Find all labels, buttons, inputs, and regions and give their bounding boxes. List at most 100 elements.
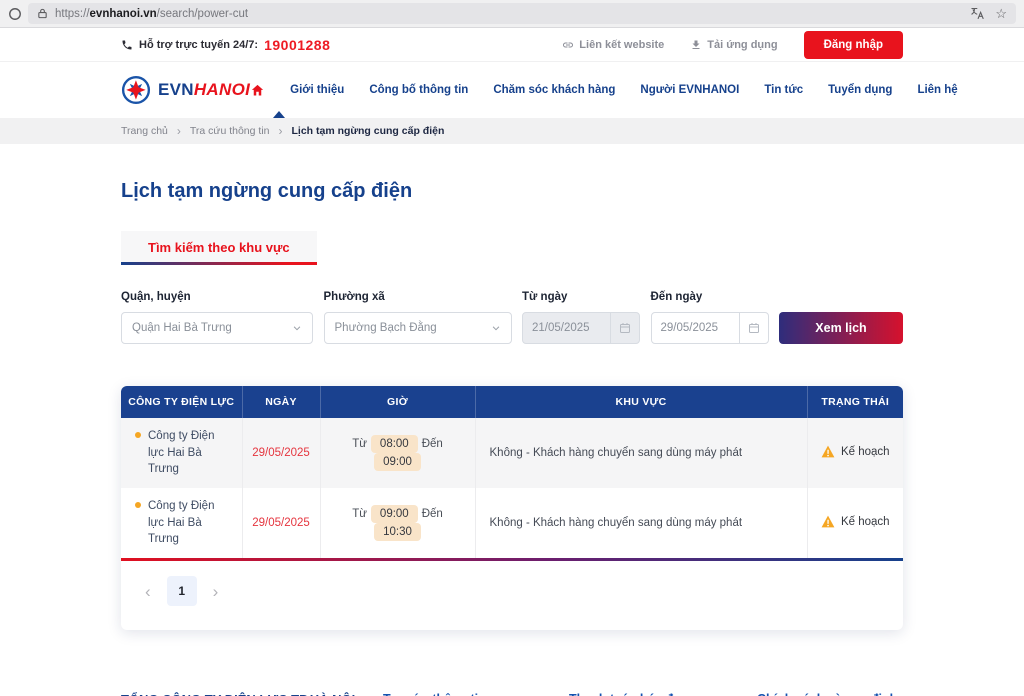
warning-triangle-icon	[821, 445, 835, 458]
from-date-input[interactable]: 21/05/2025	[522, 312, 640, 344]
translate-icon[interactable]	[970, 6, 985, 21]
nav-item-lien-he[interactable]: Liên hệ	[917, 84, 957, 96]
pagination: ‹ 1 ›	[121, 561, 903, 630]
address-bar[interactable]: https://evnhanoi.vn/search/power-cut ☆	[28, 3, 1016, 24]
time-to-badge: 10:30	[374, 523, 421, 542]
chevron-down-icon	[292, 323, 302, 333]
row-time: Từ 08:00 Đến09:00	[320, 418, 476, 489]
status-label: Kế hoạch	[840, 515, 890, 528]
table-row: Công ty Điện lực Hai Bà Trưng 29/05/2025…	[121, 488, 903, 559]
row-time: Từ 09:00 Đến10:30	[320, 488, 476, 559]
to-date-value: 29/05/2025	[660, 322, 719, 334]
nav-menu: Giới thiệu Công bố thông tin Chăm sóc kh…	[250, 83, 958, 98]
results-card: CÔNG TY ĐIỆN LỰC NGÀY GIỜ KHU VỰC TRẠNG …	[121, 386, 903, 631]
home-icon[interactable]	[250, 83, 265, 98]
from-date-label: Từ ngày	[522, 291, 568, 303]
bullet-dot-icon	[135, 502, 141, 509]
search-form: Quận, huyện Quận Hai Bà Trưng Phường xã …	[121, 291, 903, 344]
table-header-row: CÔNG TY ĐIỆN LỰC NGÀY GIỜ KHU VỰC TRẠNG …	[121, 386, 903, 418]
row-status: Kế hoạch	[807, 488, 903, 558]
breadcrumb: Trang chủ › Tra cứu thông tin › Lịch tạm…	[0, 118, 1024, 144]
col-header-area: KHU VỰC	[475, 386, 808, 418]
calendar-icon[interactable]	[738, 313, 768, 343]
chevron-right-icon: ›	[176, 124, 181, 138]
nav-item-tuyen-dung[interactable]: Tuyển dụng	[828, 84, 892, 96]
nav-item-tin-tuc[interactable]: Tin tức	[764, 84, 803, 96]
url-text[interactable]: https://evnhanoi.vn/search/power-cut	[55, 8, 963, 20]
lock-icon	[37, 8, 48, 19]
url-scheme: https://	[55, 7, 90, 20]
time-to-label: Đến	[421, 438, 443, 450]
warning-triangle-icon	[821, 515, 835, 528]
phone-icon	[121, 39, 133, 51]
utility-bar: Hỗ trợ trực tuyến 24/7: 19001288 Liên kế…	[0, 28, 1024, 62]
evn-star-icon	[121, 75, 151, 105]
time-from-badge: 09:00	[370, 505, 418, 524]
tab-search-by-area[interactable]: Tìm kiếm theo khu vực	[121, 231, 317, 265]
table-row: Công ty Điện lực Hai Bà Trưng 29/05/2025…	[121, 418, 903, 489]
nav-item-cham-soc-khach-hang[interactable]: Chăm sóc khách hàng	[493, 84, 615, 96]
status-label: Kế hoạch	[840, 445, 890, 458]
ward-select[interactable]: Phường Bạch Đằng	[323, 312, 512, 344]
nav-active-indicator	[273, 111, 285, 118]
breadcrumb-current: Lịch tạm ngừng cung cấp điện	[291, 125, 445, 137]
from-date-value: 21/05/2025	[532, 322, 590, 334]
power-cut-table: CÔNG TY ĐIỆN LỰC NGÀY GIỜ KHU VỰC TRẠNG …	[121, 386, 903, 559]
link-website[interactable]: Liên kết website	[562, 39, 664, 51]
time-to-badge: 09:00	[374, 453, 421, 471]
time-from-label: Từ	[352, 508, 367, 521]
row-date: 29/05/2025	[242, 488, 321, 559]
col-header-company: CÔNG TY ĐIỆN LỰC	[121, 386, 243, 418]
shield-icon[interactable]	[8, 7, 22, 21]
hotline-number: 19001288	[264, 36, 331, 53]
chevron-down-icon	[491, 323, 501, 333]
ward-label: Phường xã	[323, 291, 385, 303]
bookmark-star-icon[interactable]: ☆	[995, 7, 1007, 20]
footer-col-policy-title: Chính sách và quy định	[757, 692, 903, 696]
footer-col-billing-title: Thanh toán hóa đơn	[569, 692, 757, 696]
pagination-prev-icon[interactable]: ‹	[141, 583, 155, 600]
row-company: Công ty Điện lực Hai Bà Trưng	[148, 500, 215, 546]
footer: TỔNG CÔNG TY ĐIỆN LỰC TP.HÀ NỘI Địa chỉ:…	[0, 670, 1024, 696]
footer-company-title: TỔNG CÔNG TY ĐIỆN LỰC TP.HÀ NỘI	[121, 692, 383, 696]
nav-item-gioi-thieu[interactable]: Giới thiệu	[290, 84, 344, 96]
login-button[interactable]: Đăng nhập	[803, 30, 903, 59]
to-date-label: Đến ngày	[650, 291, 703, 303]
logo-text-hanoi: HANOI	[193, 80, 251, 99]
logo-text-evn: EVN	[158, 80, 194, 99]
main-navigation: EVNHANOI Giới thiệu Công bố thông tin Ch…	[0, 62, 1024, 118]
col-header-status: TRẠNG THÁI	[807, 386, 903, 418]
breadcrumb-lookup[interactable]: Tra cứu thông tin	[190, 125, 270, 137]
pagination-page-1[interactable]: 1	[166, 576, 197, 607]
row-area: Không - Khách hàng chuyển sang dùng máy …	[475, 418, 808, 489]
calendar-icon[interactable]	[610, 313, 639, 343]
time-to-label: Đến	[421, 508, 443, 521]
download-icon	[690, 39, 702, 51]
row-status: Kế hoạch	[807, 418, 903, 488]
footer-col-lookup-title: Tra cứu thông tin	[383, 692, 569, 696]
time-from-label: Từ	[352, 438, 367, 450]
district-select[interactable]: Quận Hai Bà Trưng	[121, 312, 313, 344]
col-header-date: NGÀY	[242, 386, 321, 418]
browser-toolbar: https://evnhanoi.vn/search/power-cut ☆	[0, 0, 1024, 28]
nav-item-cong-bo-thong-tin[interactable]: Công bố thông tin	[369, 84, 468, 96]
tab-bar: Tìm kiếm theo khu vực	[121, 231, 903, 265]
hotline: Hỗ trợ trực tuyến 24/7: 19001288	[121, 37, 330, 53]
url-host: evnhanoi.vn	[89, 7, 157, 20]
breadcrumb-home[interactable]: Trang chủ	[121, 125, 168, 137]
evnhanoi-logo[interactable]: EVNHANOI	[121, 75, 250, 105]
nav-item-nguoi-evnhanoi[interactable]: Người EVNHANOI	[640, 84, 739, 96]
district-select-value: Quận Hai Bà Trưng	[132, 322, 232, 334]
download-app[interactable]: Tải ứng dụng	[690, 38, 778, 51]
pagination-next-icon[interactable]: ›	[209, 583, 223, 600]
col-header-time: GIỜ	[320, 386, 476, 418]
hotline-label: Hỗ trợ trực tuyến 24/7:	[139, 38, 259, 51]
district-label: Quận, huyện	[121, 291, 191, 303]
view-schedule-button[interactable]: Xem lịch	[779, 312, 903, 344]
page-title: Lịch tạm ngừng cung cấp điện	[121, 180, 413, 202]
link-icon	[562, 39, 574, 51]
bullet-dot-icon	[135, 432, 141, 438]
download-app-label: Tải ứng dụng	[707, 38, 778, 51]
to-date-input[interactable]: 29/05/2025	[650, 312, 769, 344]
row-area: Không - Khách hàng chuyển sang dùng máy …	[475, 488, 808, 559]
